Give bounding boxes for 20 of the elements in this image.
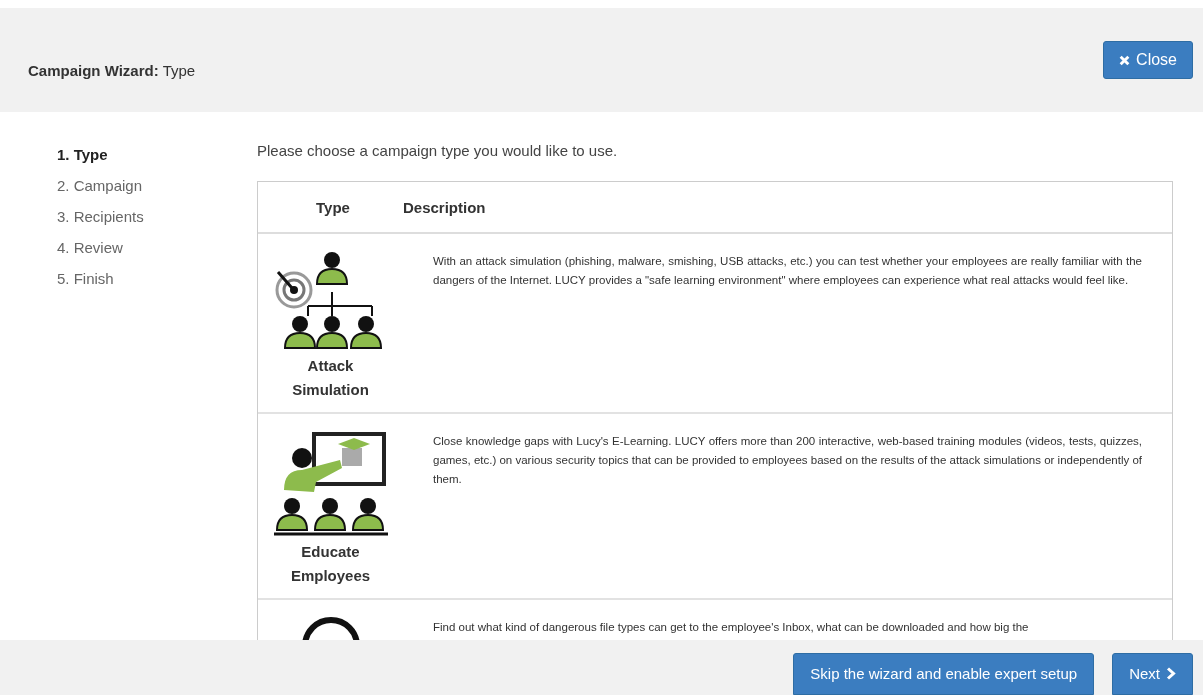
intro-text: Please choose a campaign type you would like to use. — [257, 142, 619, 159]
type-description: Find out what kind of dangerous file types can get to the employee's Inbox, what can be downloaded and how big the — [432, 620, 1030, 635]
wizard-step[interactable]: 5. Finish — [57, 270, 257, 287]
chevron-right-icon — [1166, 667, 1176, 680]
next-button[interactable]: Next — [1112, 653, 1193, 695]
close-button[interactable]: Close — [1103, 41, 1193, 79]
type-description: With an attack simulation (phishing, malware, smishing, USB attacks, etc.) you can test whether your employees are really familiar with the dangers of the Internet. LUCY provides a "safe learning environment" where employees can experience what real attacks would feel like. — [432, 254, 1143, 288]
teacher-class-icon — [271, 430, 390, 536]
type-description: Close knowledge gaps with Lucy's E-Learning. LUCY offers more than 200 interactive, web-based training modules (videos, tests, quizzes, games, etc.) on various security topics that can be provided to employees based on the results of the attack simulations or independently of them. — [432, 434, 1143, 487]
wizard-title: Campaign Wizard: Type — [28, 60, 196, 79]
column-header: Description — [403, 198, 486, 216]
type-name: Educate Employees — [289, 542, 372, 586]
column-header: Type — [315, 198, 351, 216]
wizard-step[interactable]: 4. Review — [57, 239, 257, 256]
wizard-step[interactable]: 3. Recipients — [57, 208, 257, 225]
skip-wizard-button[interactable]: Skip the wizard and enable expert setup — [793, 653, 1095, 695]
type-name: Attack Simulation — [291, 356, 370, 400]
close-icon — [1119, 54, 1131, 66]
wizard-step[interactable]: 2. Campaign — [57, 177, 257, 194]
wizard-step[interactable]: 1. Type — [57, 146, 257, 163]
